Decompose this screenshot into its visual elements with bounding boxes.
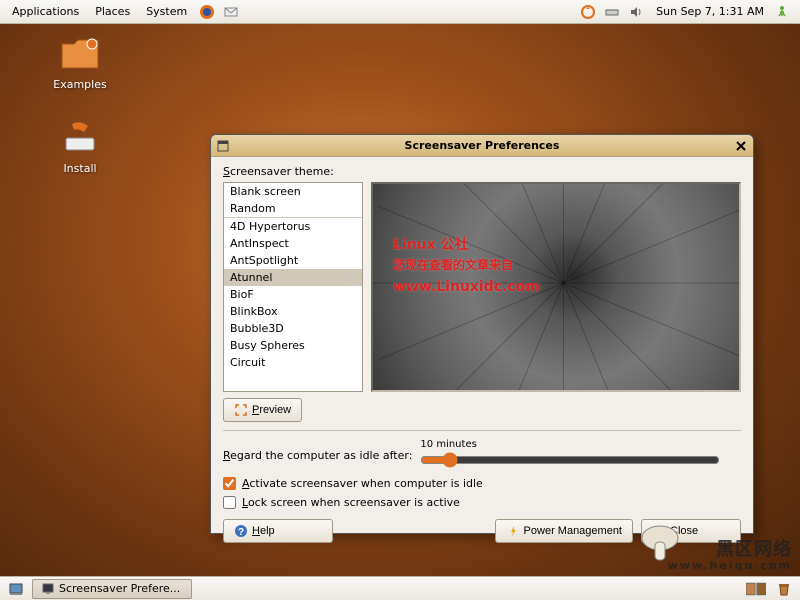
network-icon[interactable] <box>602 2 622 22</box>
power-icon <box>506 524 520 538</box>
trash-icon[interactable] <box>774 579 794 599</box>
fullscreen-icon <box>234 403 248 417</box>
desktop-icon-label: Install <box>63 162 96 175</box>
clock[interactable]: Sun Sep 7, 1:31 AM <box>648 3 772 20</box>
watermark-overlay: Linux 公社 您现在查看的文章来自 www.Linuxidc.com <box>393 234 540 298</box>
idle-value: 10 minutes <box>420 439 720 450</box>
menu-system[interactable]: System <box>138 3 195 20</box>
close-icon[interactable] <box>733 138 749 154</box>
activate-checkbox[interactable] <box>223 477 236 490</box>
logout-icon[interactable] <box>774 2 794 22</box>
theme-list-item[interactable]: AntSpotlight <box>224 252 362 269</box>
menu-applications[interactable]: Applications <box>4 3 87 20</box>
bottom-panel: Screensaver Prefere... <box>0 576 800 600</box>
show-desktop-icon[interactable] <box>6 579 26 599</box>
lock-checkbox-row[interactable]: Lock screen when screensaver is active <box>223 496 741 509</box>
preview-pane: Linux 公社 您现在查看的文章来自 www.Linuxidc.com <box>371 182 741 392</box>
firefox-icon[interactable] <box>197 2 217 22</box>
power-management-button[interactable]: Power Management <box>495 519 633 543</box>
desktop-icon-label: Examples <box>53 78 106 91</box>
titlebar[interactable]: Screensaver Preferences <box>211 135 753 157</box>
workspace-switcher[interactable] <box>746 579 766 599</box>
theme-list-item[interactable]: Busy Spheres <box>224 337 362 354</box>
theme-list-item[interactable]: AntInspect <box>224 235 362 252</box>
page-watermark: 黑区网络 www.heiqu.com <box>668 540 792 572</box>
desktop-icon-install[interactable]: Install <box>48 118 112 175</box>
preview-button[interactable]: Preview <box>223 398 302 422</box>
mail-icon[interactable] <box>221 2 241 22</box>
desktop-icon-examples[interactable]: Examples <box>48 34 112 91</box>
activate-checkbox-row[interactable]: Activate screensaver when computer is id… <box>223 477 741 490</box>
window-menu-icon[interactable] <box>215 138 231 154</box>
install-icon <box>56 118 104 158</box>
volume-icon[interactable] <box>626 2 646 22</box>
theme-list-item[interactable]: Bubble3D <box>224 320 362 337</box>
help-button[interactable]: ? Help <box>223 519 333 543</box>
folder-icon <box>56 34 104 74</box>
theme-list-item[interactable]: Random <box>224 200 362 218</box>
top-panel: Applications Places System Sun Sep 7, 1:… <box>0 0 800 24</box>
svg-text:?: ? <box>238 527 244 538</box>
taskbar-item-screensaver[interactable]: Screensaver Prefere... <box>32 579 192 599</box>
theme-list-item[interactable]: BlinkBox <box>224 303 362 320</box>
theme-list-item[interactable]: 4D Hypertorus <box>224 218 362 235</box>
theme-list-item[interactable]: Atunnel <box>224 269 362 286</box>
theme-list-item[interactable]: Blank screen <box>224 183 362 200</box>
screensaver-task-icon <box>41 582 55 596</box>
help-icon: ? <box>234 524 248 538</box>
dialog-title: Screensaver Preferences <box>231 139 733 152</box>
taskbar-item-label: Screensaver Prefere... <box>59 582 180 595</box>
theme-list-item[interactable]: BioF <box>224 286 362 303</box>
theme-list-item[interactable]: Circuit <box>224 354 362 371</box>
idle-label: Regard the computer as idle after: <box>223 449 412 462</box>
lock-checkbox[interactable] <box>223 496 236 509</box>
update-icon[interactable] <box>578 2 598 22</box>
screensaver-preferences-dialog: Screensaver Preferences Screensaver them… <box>210 134 754 534</box>
theme-label: Screensaver theme: <box>223 165 741 178</box>
menu-places[interactable]: Places <box>87 3 138 20</box>
theme-list[interactable]: Blank screenRandom4D HypertorusAntInspec… <box>223 182 363 392</box>
idle-slider[interactable] <box>420 452 720 468</box>
